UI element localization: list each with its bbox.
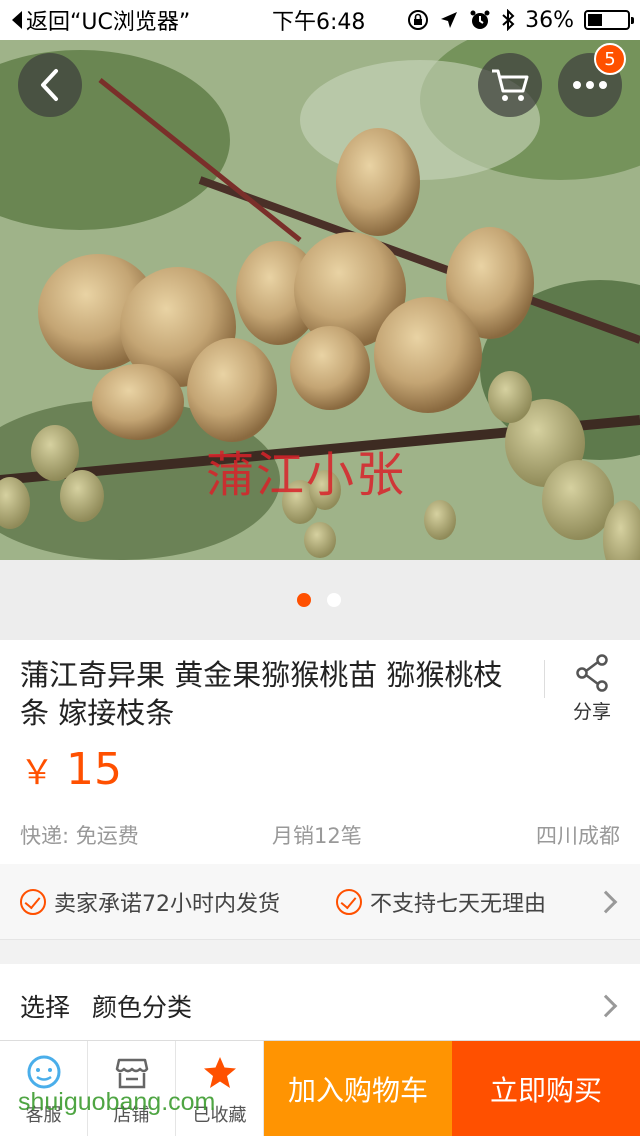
bluetooth-icon: [502, 9, 515, 31]
back-triangle-icon: [12, 11, 22, 29]
sku-select-row[interactable]: 选择 颜色分类: [0, 964, 640, 1048]
battery-percent: 36%: [525, 7, 574, 33]
promise-shipping-text: 卖家承诺72小时内发货: [54, 891, 280, 917]
divider: [544, 660, 545, 698]
product-title: 蒲江奇异果 黄金果猕猴桃苗 猕猴桃枝条 嫁接枝条: [20, 658, 503, 730]
rotation-lock-icon: [408, 10, 429, 30]
back-button[interactable]: [18, 53, 82, 117]
page-dot-1[interactable]: [297, 593, 311, 607]
share-label: 分享: [572, 701, 611, 723]
currency-symbol: ￥: [20, 753, 54, 793]
monthly-sales: 月销12笔: [272, 824, 362, 848]
select-option-name: 颜色分类: [92, 993, 193, 1022]
promise-shipping: 卖家承诺72小时内发货: [20, 886, 280, 918]
back-to-app-label: 返回“UC浏览器”: [26, 10, 191, 35]
chevron-left-icon: [41, 69, 58, 101]
gallery-pagination: [297, 593, 341, 607]
chat-bubble-icon: [27, 1055, 61, 1089]
add-to-cart-button[interactable]: 加入购物车: [264, 1041, 452, 1136]
status-bar: 返回“UC浏览器” 下午6:48 36%: [0, 0, 640, 40]
location-arrow-icon: [441, 12, 458, 28]
promise-returns-text: 不支持七天无理由: [370, 891, 547, 917]
shopping-cart-icon: [492, 69, 529, 101]
check-circle-icon: [336, 888, 362, 915]
share-button[interactable]: 分享: [560, 654, 624, 724]
alarm-icon: [470, 10, 490, 29]
battery-level: [588, 14, 602, 26]
product-photo[interactable]: 蒲江小张: [0, 40, 640, 560]
select-label: 选择: [20, 993, 71, 1022]
buy-now-button[interactable]: 立即购买: [452, 1041, 640, 1136]
promise-returns: 不支持七天无理由: [336, 886, 546, 918]
check-circle-icon: [20, 888, 46, 915]
message-count-badge: 5: [594, 43, 626, 75]
more-dots-icon: [573, 81, 607, 89]
share-icon: [576, 654, 608, 692]
page-dot-2[interactable]: [327, 593, 341, 607]
seller-location: 四川成都: [536, 824, 620, 848]
chevron-right-icon: [594, 994, 618, 1018]
clock: 下午6:48: [272, 10, 366, 35]
product-price: ￥ 15: [20, 744, 122, 795]
cart-button[interactable]: [478, 53, 542, 117]
shipping-info: 快递: 免运费: [20, 824, 139, 848]
more-menu-button[interactable]: 5: [558, 43, 626, 117]
back-to-app-link[interactable]: 返回“UC浏览器”: [10, 4, 190, 36]
product-info: 蒲江奇异果 黄金果猕猴桃苗 猕猴桃枝条 嫁接枝条 分享 ￥ 15 快递: 免运费…: [0, 640, 640, 864]
star-filled-icon: [204, 1057, 236, 1088]
site-watermark: shuiguobang.com: [18, 1088, 216, 1116]
storefront-icon: [115, 1058, 149, 1089]
photo-watermark: 蒲江小张: [206, 447, 407, 503]
chevron-right-icon: [594, 890, 618, 913]
price-value: 15: [66, 744, 122, 795]
service-promises-row[interactable]: 卖家承诺72小时内发货 不支持七天无理由: [0, 864, 640, 940]
battery-icon: [584, 10, 634, 30]
